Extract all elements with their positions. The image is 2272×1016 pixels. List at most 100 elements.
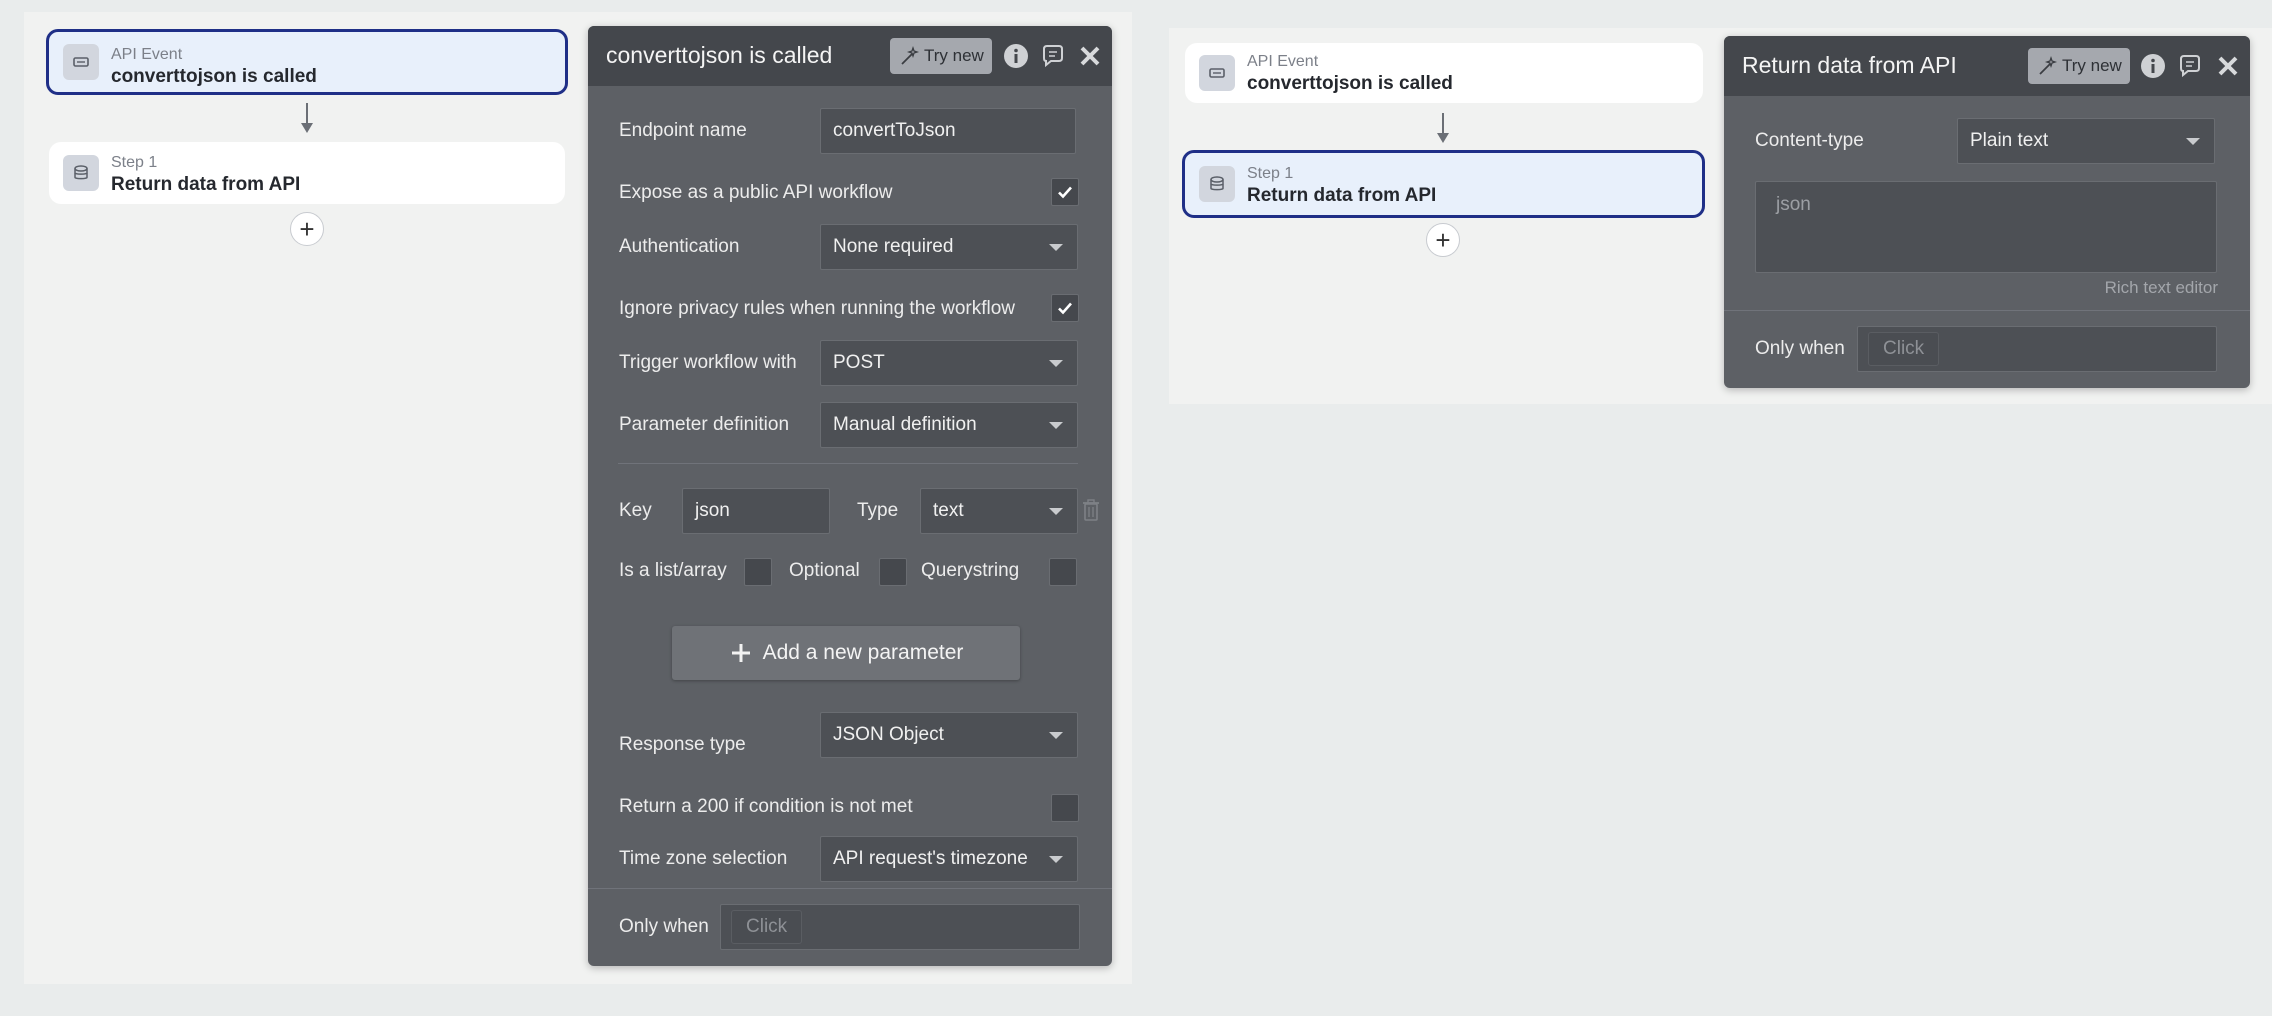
card-title: converttojson is called — [1247, 73, 1453, 94]
content-type-dropdown[interactable]: Plain text — [1957, 118, 2215, 164]
api-event-icon — [1199, 55, 1235, 91]
close-icon[interactable] — [1079, 45, 1101, 67]
param-definition-label: Parameter definition — [619, 414, 790, 435]
add-step-button[interactable]: + — [1426, 223, 1460, 257]
param-definition-dropdown[interactable]: Manual definition — [820, 402, 1078, 448]
info-icon[interactable] — [1003, 43, 1029, 69]
plus-icon — [731, 644, 750, 662]
authentication-dropdown[interactable]: None required — [820, 224, 1078, 270]
step-1-card[interactable]: Step 1 Return data from API — [49, 142, 565, 204]
card-title: Return data from API — [1247, 185, 1437, 206]
trigger-method-dropdown[interactable]: POST — [820, 340, 1078, 386]
flow-arrow-icon — [301, 103, 313, 133]
ignore-privacy-label: Ignore privacy rules when running the wo… — [619, 298, 1016, 319]
card-type-label: Step 1 — [1247, 165, 1294, 182]
flow-arrow-icon — [1437, 113, 1449, 143]
panel-header: converttojson is called Try new — [588, 26, 1112, 86]
endpoint-name-label: Endpoint name — [619, 120, 747, 141]
chevron-down-icon — [1049, 360, 1063, 367]
step-1-card[interactable]: Step 1 Return data from API — [1182, 150, 1705, 218]
chevron-down-icon — [1049, 244, 1063, 251]
click-placeholder[interactable]: Click — [1868, 332, 1940, 366]
try-new-button[interactable]: Try new — [2028, 48, 2130, 84]
close-icon[interactable] — [2217, 55, 2239, 77]
database-icon — [63, 155, 99, 191]
try-new-label: Try new — [924, 46, 984, 65]
only-when-condition-input[interactable]: Click — [720, 904, 1080, 950]
only-when-condition-input[interactable]: Click — [1857, 326, 2217, 372]
rich-text-editor-link[interactable]: Rich text editor — [2105, 278, 2218, 298]
endpoint-name-input[interactable]: convertToJson — [820, 108, 1076, 154]
param-type-value: text — [933, 500, 964, 521]
expose-public-checkbox[interactable] — [1051, 178, 1079, 206]
trigger-label: Trigger workflow with — [619, 352, 797, 373]
card-title: converttojson is called — [111, 66, 317, 87]
section-divider — [1724, 310, 2250, 311]
api-event-icon — [63, 44, 99, 80]
database-icon — [1199, 166, 1235, 202]
return-data-properties-panel: Return data from API Try new Content-typ… — [1724, 36, 2250, 388]
response-type-label: Response type — [619, 734, 746, 755]
param-key-input[interactable]: json — [682, 488, 830, 534]
plus-icon: + — [1435, 225, 1451, 255]
panel-title: converttojson is called — [606, 42, 833, 68]
section-divider — [588, 888, 1112, 889]
param-type-label: Type — [857, 500, 899, 521]
return-200-checkbox[interactable] — [1051, 794, 1079, 822]
is-list-label: Is a list/array — [619, 560, 727, 581]
authentication-label: Authentication — [619, 236, 740, 257]
querystring-checkbox[interactable] — [1049, 558, 1077, 586]
checkmark-icon — [1058, 302, 1072, 315]
timezone-value: API request's timezone — [833, 848, 1028, 869]
try-new-label: Try new — [2062, 56, 2122, 75]
is-list-checkbox[interactable] — [744, 558, 772, 586]
api-event-card[interactable]: API Event converttojson is called — [46, 29, 568, 95]
add-parameter-button[interactable]: Add a new parameter — [672, 626, 1020, 680]
param-type-dropdown[interactable]: text — [920, 488, 1078, 534]
api-event-card[interactable]: API Event converttojson is called — [1185, 43, 1703, 103]
return-200-label: Return a 200 if condition is not met — [619, 796, 913, 817]
endpoint-properties-panel: converttojson is called Try new Endpoint… — [588, 26, 1112, 966]
response-type-value: JSON Object — [833, 724, 944, 745]
info-icon[interactable] — [2140, 53, 2166, 79]
panel-title: Return data from API — [1742, 52, 1957, 78]
click-placeholder[interactable]: Click — [731, 910, 803, 944]
querystring-label: Querystring — [921, 560, 1020, 581]
response-type-dropdown[interactable]: JSON Object — [820, 712, 1078, 758]
content-type-value: Plain text — [1970, 130, 2049, 151]
try-new-button[interactable]: Try new — [890, 38, 992, 74]
only-when-label: Only when — [1755, 338, 1845, 359]
panel-header: Return data from API Try new — [1724, 36, 2250, 96]
plus-icon: + — [299, 214, 315, 244]
magic-wand-icon — [901, 45, 920, 65]
card-type-label: API Event — [111, 46, 183, 63]
expose-public-label: Expose as a public API workflow — [619, 182, 893, 203]
authentication-value: None required — [833, 236, 954, 257]
optional-label: Optional — [789, 560, 860, 581]
timezone-dropdown[interactable]: API request's timezone — [820, 836, 1078, 882]
card-title: Return data from API — [111, 174, 301, 195]
optional-checkbox[interactable] — [879, 558, 907, 586]
timezone-label: Time zone selection — [619, 848, 788, 869]
content-type-label: Content-type — [1755, 130, 1864, 151]
card-type-label: Step 1 — [111, 154, 158, 171]
card-type-label: API Event — [1247, 53, 1319, 70]
ignore-privacy-checkbox[interactable] — [1051, 294, 1079, 322]
chevron-down-icon — [1049, 856, 1063, 863]
section-divider — [618, 463, 1078, 464]
comment-icon[interactable] — [2177, 53, 2203, 79]
checkmark-icon — [1058, 186, 1072, 199]
param-definition-value: Manual definition — [833, 414, 977, 435]
comment-icon[interactable] — [1040, 43, 1066, 69]
trash-icon[interactable] — [1082, 498, 1100, 522]
chevron-down-icon — [2186, 138, 2200, 145]
add-parameter-label: Add a new parameter — [762, 641, 964, 664]
chevron-down-icon — [1049, 732, 1063, 739]
chevron-down-icon — [1049, 422, 1063, 429]
add-step-button[interactable]: + — [290, 212, 324, 246]
trigger-value: POST — [833, 352, 885, 373]
response-body-editor[interactable]: json — [1755, 181, 2217, 273]
magic-wand-icon — [2039, 55, 2058, 75]
param-key-label: Key — [619, 500, 652, 521]
chevron-down-icon — [1049, 508, 1063, 515]
